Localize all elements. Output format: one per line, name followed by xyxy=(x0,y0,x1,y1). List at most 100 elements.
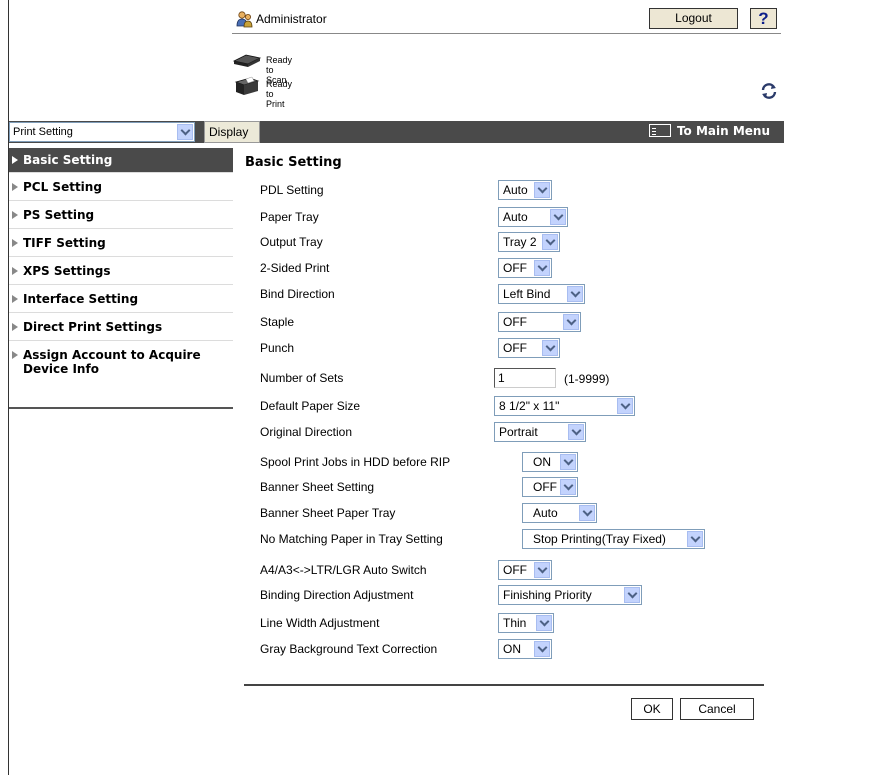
arrow-right-icon xyxy=(12,156,18,164)
field-label: Gray Background Text Correction xyxy=(260,642,438,656)
sidebar-item-assign-account[interactable]: Assign Account to Acquire Device Info xyxy=(9,341,233,387)
sidebar-item-label: PS Setting xyxy=(23,208,95,222)
field-paper-tray: Paper Tray Auto xyxy=(260,207,780,229)
cancel-button[interactable]: Cancel xyxy=(680,698,754,720)
chevron-down-icon xyxy=(542,234,558,250)
arrow-right-icon xyxy=(12,183,18,191)
select-value: OFF xyxy=(503,261,527,275)
display-button[interactable]: Display xyxy=(204,121,260,143)
banner-sheet-setting-select[interactable]: OFF xyxy=(522,477,578,497)
select-value: OFF xyxy=(503,341,527,355)
paper-tray-select[interactable]: Auto xyxy=(498,207,568,227)
punch-select[interactable]: OFF xyxy=(498,338,560,358)
page-select[interactable]: Print Setting xyxy=(9,122,195,142)
sidebar-item-ps-setting[interactable]: PS Setting xyxy=(9,201,233,229)
select-value: Tray 2 xyxy=(503,235,537,249)
chevron-down-icon xyxy=(563,314,579,330)
2-sided-print-select[interactable]: OFF xyxy=(498,258,552,278)
ok-button[interactable]: OK xyxy=(631,698,673,720)
refresh-icon[interactable] xyxy=(760,82,778,103)
field-banner-sheet-setting: Banner Sheet Setting OFF xyxy=(260,477,780,499)
field-original-direction: Original Direction Portrait xyxy=(260,422,780,444)
field-label: Spool Print Jobs in HDD before RIP xyxy=(260,455,451,469)
chevron-down-icon xyxy=(579,505,595,521)
number-of-sets-input[interactable]: 1 xyxy=(494,368,556,388)
sidebar-item-basic-setting[interactable]: Basic Setting xyxy=(9,148,233,173)
original-direction-select[interactable]: Portrait xyxy=(494,422,586,442)
menu-list-icon xyxy=(648,124,671,137)
sidebar-item-direct-print-settings[interactable]: Direct Print Settings xyxy=(9,313,233,341)
select-value: Portrait xyxy=(499,425,538,439)
chevron-down-icon xyxy=(542,340,558,356)
administrator-icon xyxy=(236,10,254,31)
chevron-down-icon xyxy=(534,182,550,198)
sidebar-item-pcl-setting[interactable]: PCL Setting xyxy=(9,173,233,201)
output-tray-select[interactable]: Tray 2 xyxy=(498,232,560,252)
select-value: Left Bind xyxy=(503,287,551,301)
field-label: Line Width Adjustment xyxy=(260,616,380,630)
field-label: Banner Sheet Setting xyxy=(260,480,375,494)
select-value: 8 1/2" x 11" xyxy=(499,399,560,413)
print-status-text: Ready to Print xyxy=(266,79,293,109)
chevron-down-icon xyxy=(534,260,550,276)
chevron-down-icon xyxy=(177,124,193,140)
form-divider xyxy=(244,684,764,686)
field-label: Staple xyxy=(260,315,295,329)
field-number-of-sets: Number of Sets 1 (1-9999) xyxy=(260,368,780,390)
line-width-adjustment-select[interactable]: Thin xyxy=(498,613,554,633)
chevron-down-icon xyxy=(534,562,550,578)
spool-print-jobs-select[interactable]: ON xyxy=(522,452,578,472)
field-label: Bind Direction xyxy=(260,287,335,301)
no-matching-paper-select[interactable]: Stop Printing(Tray Fixed) xyxy=(522,529,705,549)
field-a4-a3-auto-switch: A4/A3<->LTR/LGR Auto Switch OFF xyxy=(260,560,780,582)
page-select-value: Print Setting xyxy=(13,126,73,138)
banner-sheet-paper-tray-select[interactable]: Auto xyxy=(522,503,597,523)
select-value: OFF xyxy=(503,315,527,329)
field-pdl-setting: PDL Setting Auto xyxy=(260,180,780,202)
staple-select[interactable]: OFF xyxy=(498,312,581,332)
sidebar-divider xyxy=(9,407,233,409)
field-binding-direction-adjustment: Binding Direction Adjustment Finishing P… xyxy=(260,585,780,607)
select-value: Auto xyxy=(503,183,528,197)
gray-background-text-correction-select[interactable]: ON xyxy=(498,639,552,659)
field-label: Binding Direction Adjustment xyxy=(260,588,414,602)
arrow-right-icon xyxy=(12,295,18,303)
field-label: Banner Sheet Paper Tray xyxy=(260,506,396,520)
printer-icon xyxy=(232,76,262,99)
pdl-setting-select[interactable]: Auto xyxy=(498,180,552,200)
logout-button[interactable]: Logout xyxy=(649,8,738,29)
field-label: 2-Sided Print xyxy=(260,261,330,275)
field-label: Punch xyxy=(260,341,295,355)
sidebar-item-label: Interface Setting xyxy=(23,292,139,306)
field-output-tray: Output Tray Tray 2 xyxy=(260,232,780,254)
user-bar: Administrator Logout ? xyxy=(236,8,782,30)
help-button[interactable]: ? xyxy=(750,8,777,29)
sidebar-item-xps-settings[interactable]: XPS Settings xyxy=(9,257,233,285)
chevron-down-icon xyxy=(687,531,703,547)
select-value: Thin xyxy=(503,616,527,630)
binding-direction-adjustment-select[interactable]: Finishing Priority xyxy=(498,585,642,605)
select-value: ON xyxy=(503,642,521,656)
field-no-matching-paper: No Matching Paper in Tray Setting Stop P… xyxy=(260,529,780,551)
field-spool-print-jobs: Spool Print Jobs in HDD before RIP ON xyxy=(260,452,780,474)
field-label: Output Tray xyxy=(260,235,323,249)
sidebar-item-label: Direct Print Settings xyxy=(23,320,163,334)
user-label: Administrator xyxy=(256,12,327,26)
bind-direction-select[interactable]: Left Bind xyxy=(498,284,585,304)
a4-a3-auto-switch-select[interactable]: OFF xyxy=(498,560,552,580)
field-label: Number of Sets xyxy=(260,371,344,385)
chevron-down-icon xyxy=(534,641,550,657)
field-line-width-adjustment: Line Width Adjustment Thin xyxy=(260,613,780,635)
sidebar-item-tiff-setting[interactable]: TIFF Setting xyxy=(9,229,233,257)
chevron-down-icon xyxy=(536,615,552,631)
sidebar-item-label: Assign Account to Acquire Device Info xyxy=(23,348,201,376)
field-bind-direction: Bind Direction Left Bind xyxy=(260,284,780,306)
chevron-down-icon xyxy=(624,587,640,603)
field-label: No Matching Paper in Tray Setting xyxy=(260,532,443,546)
sidebar-item-interface-setting[interactable]: Interface Setting xyxy=(9,285,233,313)
to-main-menu-link[interactable]: To Main Menu xyxy=(648,124,770,138)
select-value: ON xyxy=(533,455,551,469)
field-label: Default Paper Size xyxy=(260,399,361,413)
sidebar-item-label: PCL Setting xyxy=(23,180,102,194)
default-paper-size-select[interactable]: 8 1/2" x 11" xyxy=(494,396,635,416)
